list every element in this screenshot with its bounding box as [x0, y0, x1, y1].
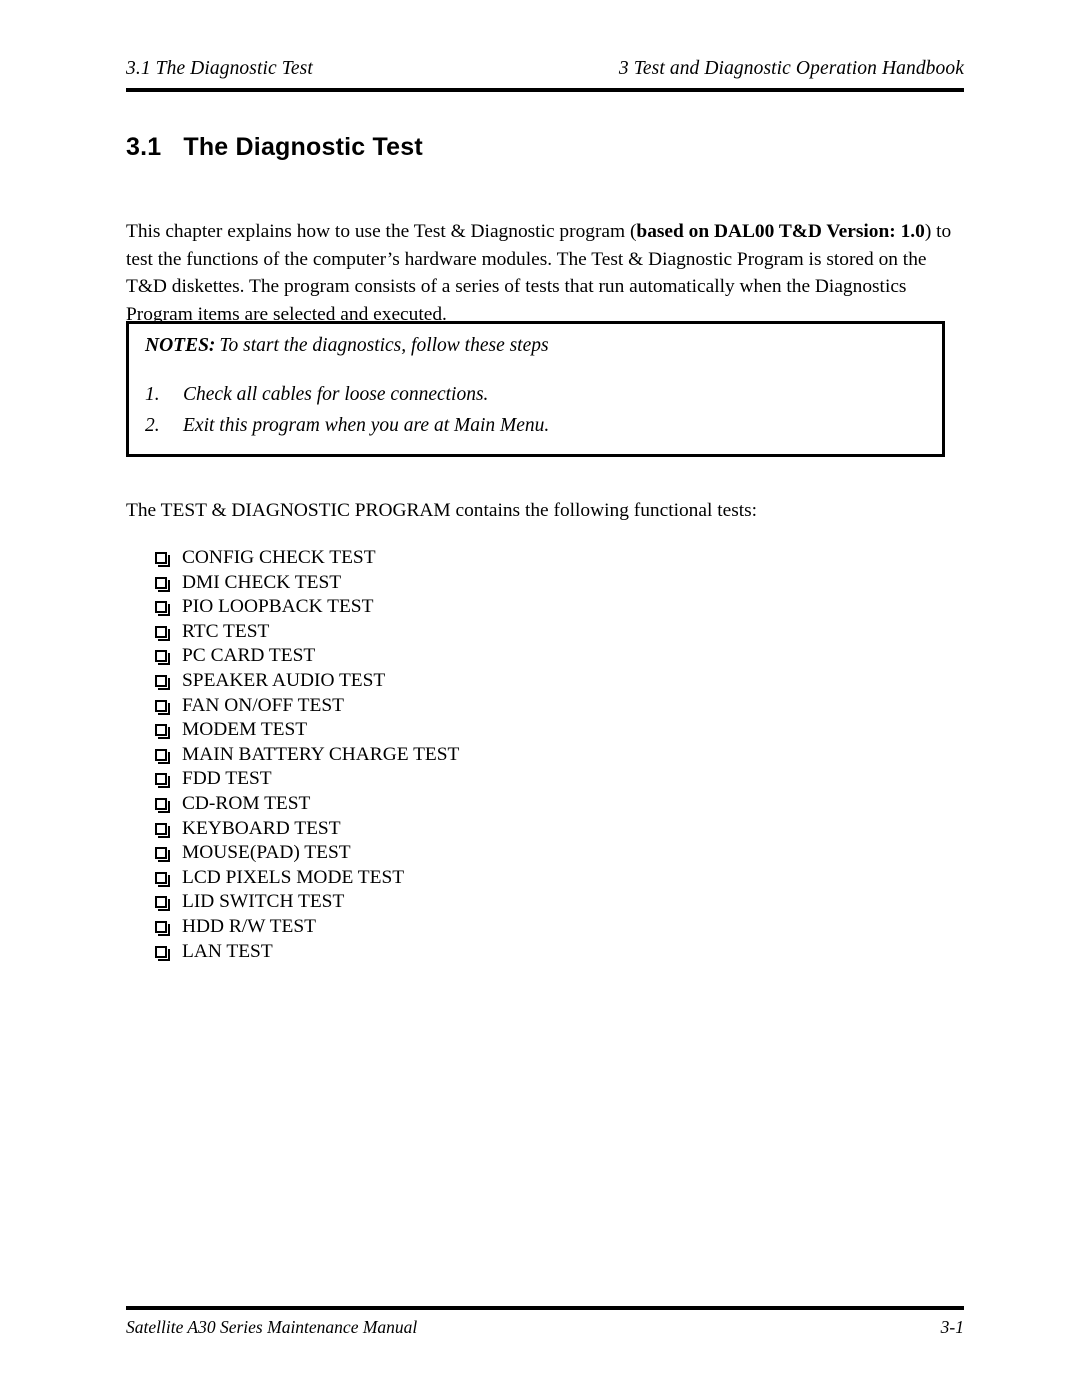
list-item: PC CARD TEST	[155, 644, 459, 669]
list-item: CD-ROM TEST	[155, 792, 459, 817]
list-item: DMI CHECK TEST	[155, 571, 459, 596]
checkbox-square-icon	[155, 773, 170, 789]
running-footer: Satellite A30 Series Maintenance Manual …	[126, 1317, 964, 1338]
checkbox-square-icon	[155, 601, 170, 617]
notes-step-2-text: Exit this program when you are at Main M…	[183, 415, 550, 436]
page-number: 3-1	[940, 1317, 964, 1337]
header-rule	[126, 88, 964, 92]
header-left-text: 3.1 The Diagnostic Test	[126, 58, 313, 79]
list-item: KEYBOARD TEST	[155, 817, 459, 842]
checkbox-square-icon	[155, 699, 170, 715]
test-name: LCD PIXELS MODE TEST	[182, 866, 405, 888]
list-item: LCD PIXELS MODE TEST	[155, 866, 459, 891]
section-title: The Diagnostic Test	[183, 133, 423, 161]
test-name: MODEM TEST	[182, 719, 308, 741]
footer-manual-title: Satellite A30 Series Maintenance Manual	[126, 1317, 418, 1337]
test-name: MOUSE(PAD) TEST	[182, 842, 351, 864]
header-right-text: 3 Test and Diagnostic Operation Handbook	[618, 58, 964, 79]
checkbox-square-icon	[155, 724, 170, 740]
test-name: FAN ON/OFF TEST	[182, 694, 344, 716]
test-name: MAIN BATTERY CHARGE TEST	[182, 743, 460, 765]
list-item: LAN TEST	[155, 940, 459, 965]
checkbox-square-icon	[155, 896, 170, 912]
list-item: RTC TEST	[155, 620, 459, 645]
list-item: HDD R/W TEST	[155, 915, 459, 940]
list-item: SPEAKER AUDIO TEST	[155, 669, 459, 694]
checkbox-square-icon	[155, 650, 170, 666]
test-name: LID SWITCH TEST	[182, 891, 345, 913]
notes-step-1-text: Check all cables for loose connections.	[183, 384, 489, 405]
intro-paragraph: This chapter explains how to use the Tes…	[126, 218, 966, 328]
notes-step-1: 1. Check all cables for loose connections…	[145, 384, 488, 406]
list-item: MOUSE(PAD) TEST	[155, 841, 459, 866]
list-item: MAIN BATTERY CHARGE TEST	[155, 743, 459, 768]
notes-title-text: To start the diagnostics, follow these s…	[219, 335, 549, 356]
notes-label: NOTES:	[145, 335, 216, 356]
test-name: LAN TEST	[182, 940, 273, 962]
running-header: 3.1 The Diagnostic Test 3 Test and Diagn…	[126, 58, 964, 80]
document-page: 3.1 The Diagnostic Test 3 Test and Diagn…	[0, 0, 1080, 1397]
test-name: DMI CHECK TEST	[182, 571, 342, 593]
test-name: PIO LOOPBACK TEST	[182, 596, 374, 618]
notes-content: NOTES: To start the diagnostics, follow t…	[129, 324, 942, 454]
test-name: RTC TEST	[182, 620, 270, 642]
checkbox-square-icon	[155, 748, 170, 764]
notes-callout-box: NOTES: To start the diagnostics, follow t…	[126, 321, 945, 457]
list-item: CONFIG CHECK TEST	[155, 546, 459, 571]
list-item: FDD TEST	[155, 767, 459, 792]
checkbox-square-icon	[155, 797, 170, 813]
notes-title-line: NOTES: To start the diagnostics, follow t…	[145, 335, 549, 357]
test-name: HDD R/W TEST	[182, 915, 316, 937]
test-list-lead-in: The TEST & DIAGNOSTIC PROGRAM contains t…	[126, 500, 758, 521]
notes-step-2: 2. Exit this program when you are at Main…	[145, 415, 549, 437]
test-name: CONFIG CHECK TEST	[182, 547, 376, 568]
checkbox-square-icon	[155, 945, 170, 961]
notes-step-1-number: 1.	[145, 384, 160, 405]
checkbox-square-icon	[155, 576, 170, 592]
list-item: LID SWITCH TEST	[155, 890, 459, 915]
intro-part-1: This chapter explains how to use the Tes…	[126, 221, 637, 243]
checkbox-square-icon	[155, 822, 170, 838]
test-name: FDD TEST	[182, 768, 272, 790]
checkbox-square-icon	[155, 920, 170, 936]
checkbox-square-icon	[155, 552, 170, 567]
section-number: 3.1	[126, 133, 162, 161]
checkbox-square-icon	[155, 625, 170, 641]
checkbox-square-icon	[155, 674, 170, 690]
functional-test-list: CONFIG CHECK TEST DMI CHECK TEST PIO LOO…	[155, 546, 459, 964]
checkbox-square-icon	[155, 847, 170, 863]
test-name: CD-ROM TEST	[182, 792, 311, 814]
list-item: MODEM TEST	[155, 718, 459, 743]
footer-rule	[126, 1306, 964, 1310]
notes-step-2-number: 2.	[145, 415, 160, 436]
checkbox-square-icon	[155, 871, 170, 887]
page-title: 3.1 The Diagnostic Test	[126, 133, 423, 162]
list-item: PIO LOOPBACK TEST	[155, 595, 459, 620]
intro-bold-version: based on DAL00 T&D Version: 1.0	[636, 221, 925, 243]
test-name: PC CARD TEST	[182, 645, 316, 667]
test-name: SPEAKER AUDIO TEST	[182, 669, 386, 691]
test-name: KEYBOARD TEST	[182, 817, 341, 839]
list-item: FAN ON/OFF TEST	[155, 694, 459, 719]
